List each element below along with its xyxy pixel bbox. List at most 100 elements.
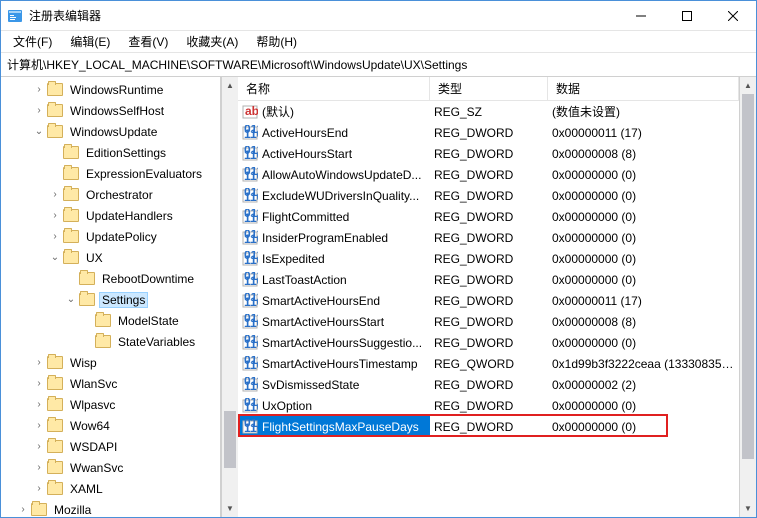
tree-item[interactable]: ›WwanSvc	[1, 457, 220, 478]
list-scrollbar[interactable]: ▲ ▼	[739, 77, 756, 517]
tree-item[interactable]: ModelState	[1, 310, 220, 331]
scroll-up-icon[interactable]: ▲	[222, 77, 238, 94]
list-row[interactable]: 011110ActiveHoursStartREG_DWORD0x0000000…	[238, 143, 739, 164]
chevron-right-icon[interactable]: ›	[33, 378, 45, 390]
value-name: SmartActiveHoursTimestamp	[262, 357, 418, 371]
tree-item-label: WindowsUpdate	[67, 124, 160, 140]
tree-item[interactable]: ›WindowsRuntime	[1, 79, 220, 100]
list-row[interactable]: 011110InsiderProgramEnabledREG_DWORD0x00…	[238, 227, 739, 248]
tree-item[interactable]: RebootDowntime	[1, 268, 220, 289]
menu-file[interactable]: 文件(F)	[5, 31, 60, 52]
tree-item[interactable]: ›XAML	[1, 478, 220, 499]
maximize-button[interactable]	[664, 1, 710, 31]
tree-scrollbar[interactable]: ▲ ▼	[221, 77, 238, 517]
folder-icon	[95, 314, 111, 327]
value-type: REG_DWORD	[430, 147, 548, 161]
tree-scroll-thumb[interactable]	[224, 411, 236, 468]
list-row[interactable]: 011110SvDismissedStateREG_DWORD0x0000000…	[238, 374, 739, 395]
menu-favorites[interactable]: 收藏夹(A)	[178, 31, 246, 52]
list-row[interactable]: 011110ExcludeWUDriversInQuality...REG_DW…	[238, 185, 739, 206]
tree-item[interactable]: ⌄Settings	[1, 289, 220, 310]
menu-edit[interactable]: 编辑(E)	[62, 31, 118, 52]
value-name: IsExpedited	[262, 252, 325, 266]
folder-icon	[47, 398, 63, 411]
svg-text:110: 110	[244, 274, 258, 288]
tree-item[interactable]: StateVariables	[1, 331, 220, 352]
chevron-right-icon[interactable]: ›	[33, 399, 45, 411]
list-row[interactable]: 011110IsExpeditedREG_DWORD0x00000000 (0)	[238, 248, 739, 269]
tree-pane[interactable]: ›WindowsRuntime›WindowsSelfHost⌄WindowsU…	[1, 77, 221, 517]
tree-item[interactable]: EditionSettings	[1, 142, 220, 163]
tree-item[interactable]: ›UpdatePolicy	[1, 226, 220, 247]
tree-toggle-empty	[81, 336, 93, 348]
value-data: 0x00000008 (8)	[548, 315, 739, 329]
list-row[interactable]: 011110LastToastActionREG_DWORD0x00000000…	[238, 269, 739, 290]
chevron-down-icon[interactable]: ⌄	[33, 126, 45, 138]
tree-item-label: WindowsSelfHost	[67, 103, 167, 119]
list-row[interactable]: 011110FlightCommittedREG_DWORD0x00000000…	[238, 206, 739, 227]
tree-item[interactable]: ›WSDAPI	[1, 436, 220, 457]
list-row[interactable]: ab(默认)REG_SZ(数值未设置)	[238, 101, 739, 122]
chevron-right-icon[interactable]: ›	[33, 420, 45, 432]
menu-view[interactable]: 查看(V)	[120, 31, 176, 52]
folder-icon	[47, 125, 63, 138]
column-type[interactable]: 类型	[430, 77, 548, 100]
chevron-right-icon[interactable]: ›	[49, 231, 61, 243]
tree-item[interactable]: ExpressionEvaluators	[1, 163, 220, 184]
value-name-cell: 011110SmartActiveHoursStart	[238, 311, 430, 332]
value-data: 0x00000000 (0)	[548, 210, 739, 224]
chevron-right-icon[interactable]: ›	[33, 483, 45, 495]
tree-item[interactable]: ⌄UX	[1, 247, 220, 268]
column-name[interactable]: 名称	[238, 77, 430, 100]
list-row[interactable]: 011110SmartActiveHoursStartREG_DWORD0x00…	[238, 311, 739, 332]
tree-item[interactable]: ›Wisp	[1, 352, 220, 373]
chevron-right-icon[interactable]: ›	[49, 189, 61, 201]
value-data: 0x1d99b3f3222ceaa (133308359710	[548, 357, 739, 371]
tree-item[interactable]: ›Wow64	[1, 415, 220, 436]
scroll-down-icon[interactable]: ▼	[222, 500, 238, 517]
list-row[interactable]: 011110ActiveHoursEndREG_DWORD0x00000011 …	[238, 122, 739, 143]
svg-text:110: 110	[244, 421, 258, 435]
chevron-right-icon[interactable]: ›	[33, 462, 45, 474]
tree-item-label: UpdateHandlers	[83, 208, 176, 224]
chevron-right-icon[interactable]: ›	[33, 357, 45, 369]
list-row[interactable]: 011110UxOptionREG_DWORD0x00000000 (0)	[238, 395, 739, 416]
value-name: SvDismissedState	[262, 378, 359, 392]
tree-item[interactable]: ›Wlpasvc	[1, 394, 220, 415]
chevron-right-icon[interactable]: ›	[33, 105, 45, 117]
tree-item[interactable]: › WlanSvc	[1, 373, 220, 394]
list-row[interactable]: 011110SmartActiveHoursSuggestio...REG_DW…	[238, 332, 739, 353]
scroll-down-icon[interactable]: ▼	[740, 500, 756, 517]
folder-icon	[47, 440, 63, 453]
value-name: SmartActiveHoursEnd	[262, 294, 380, 308]
list-row[interactable]: 011110SmartActiveHoursTimestampREG_QWORD…	[238, 353, 739, 374]
minimize-button[interactable]	[618, 1, 664, 31]
chevron-right-icon[interactable]: ›	[49, 210, 61, 222]
scroll-up-icon[interactable]: ▲	[740, 77, 756, 94]
list-body[interactable]: ab(默认)REG_SZ(数值未设置)011110ActiveHoursEndR…	[238, 101, 739, 517]
tree-item-label: WlanSvc	[67, 376, 120, 392]
address-bar[interactable]: 计算机\HKEY_LOCAL_MACHINE\SOFTWARE\Microsof…	[1, 53, 756, 77]
tree-item[interactable]: › UpdateHandlers	[1, 205, 220, 226]
chevron-down-icon[interactable]: ⌄	[49, 252, 61, 264]
chevron-right-icon[interactable]: ›	[33, 84, 45, 96]
svg-text:110: 110	[244, 190, 258, 204]
chevron-right-icon[interactable]: ›	[17, 504, 29, 516]
svg-text:110: 110	[244, 295, 258, 309]
list-row[interactable]: 011110AllowAutoWindowsUpdateD...REG_DWOR…	[238, 164, 739, 185]
list-row[interactable]: 011110SmartActiveHoursEndREG_DWORD0x0000…	[238, 290, 739, 311]
chevron-right-icon[interactable]: ›	[33, 441, 45, 453]
tree-item[interactable]: ⌄ WindowsUpdate	[1, 121, 220, 142]
close-button[interactable]	[710, 1, 756, 31]
menu-help[interactable]: 帮助(H)	[248, 31, 305, 52]
list-scroll-thumb[interactable]	[742, 94, 754, 459]
tree-item[interactable]: › WindowsSelfHost	[1, 100, 220, 121]
value-name: FlightCommitted	[262, 210, 349, 224]
list-row[interactable]: 011110FlightSettingsMaxPauseDaysREG_DWOR…	[238, 416, 739, 437]
svg-text:110: 110	[244, 127, 258, 141]
column-data[interactable]: 数据	[548, 77, 739, 100]
chevron-down-icon[interactable]: ⌄	[65, 294, 77, 306]
titlebar[interactable]: 注册表编辑器	[1, 1, 756, 31]
tree-item[interactable]: ›Mozilla	[1, 499, 220, 517]
tree-item[interactable]: ›Orchestrator	[1, 184, 220, 205]
